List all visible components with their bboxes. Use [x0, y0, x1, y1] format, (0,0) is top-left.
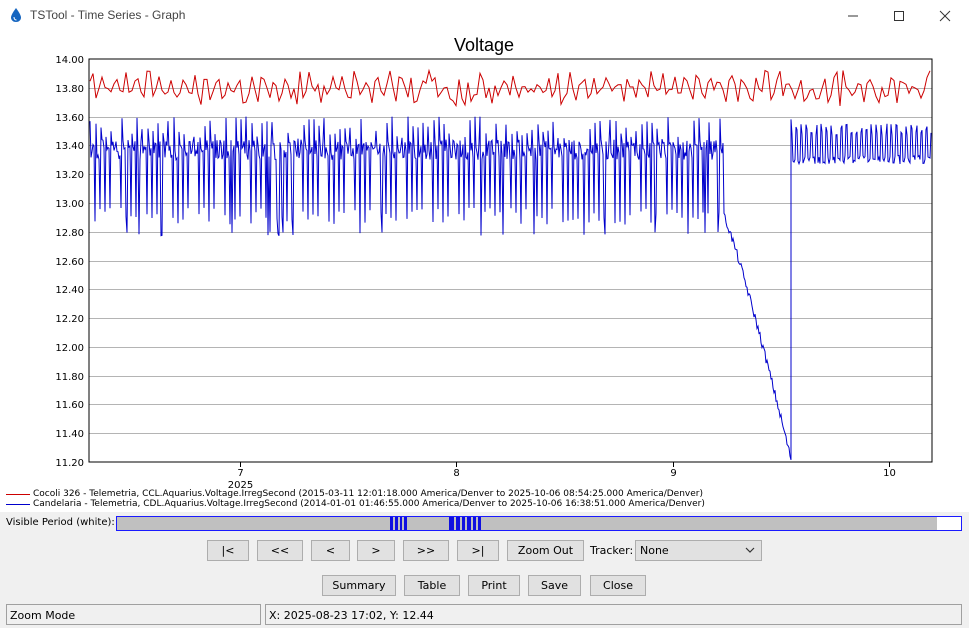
tracker-label: Tracker: [590, 544, 634, 557]
minimize-icon [848, 15, 858, 17]
plot-frame [88, 58, 933, 463]
y-tick-label: 12.60 [55, 257, 84, 268]
status-mode-text: Zoom Mode [10, 609, 76, 622]
tracker-value: None [640, 544, 669, 557]
data-marker [462, 517, 465, 530]
status-coords-text: X: 2025-08-23 17:02, Y: 12.44 [269, 609, 434, 622]
minimize-button[interactable] [830, 0, 876, 31]
y-tick-label: 13.00 [55, 199, 84, 210]
legend: Cocoli 326 - Telemetria, CCL.Aquarius.Vo… [4, 489, 964, 509]
table-button[interactable]: Table [404, 575, 460, 596]
chart-area[interactable]: Voltage 14.00 13.80 13.60 13.40 13.20 13.00 12… [0, 31, 969, 512]
x-tick-label: 9 [670, 468, 676, 479]
y-tick-label: 11.60 [55, 400, 84, 411]
y-tick-label: 12.00 [55, 343, 84, 354]
legend-entry-candelaria: Candelaria - Telemetria, CDL.Aquarius.Vo… [4, 499, 964, 509]
maximize-icon [894, 11, 904, 21]
data-marker [404, 517, 407, 530]
legend-label: Cocoli 326 - Telemetria, CCL.Aquarius.Vo… [33, 489, 703, 499]
close-icon [939, 10, 951, 22]
page-forward-button[interactable]: >> [403, 540, 449, 561]
chart-title: Voltage [454, 35, 514, 55]
back-button[interactable]: < [311, 540, 350, 561]
legend-entry-cocoli: Cocoli 326 - Telemetria, CCL.Aquarius.Vo… [4, 489, 964, 499]
y-tick-label: 13.60 [55, 113, 84, 124]
y-tick-label: 14.00 [55, 55, 84, 66]
first-period-button[interactable]: |< [207, 540, 249, 561]
series-layer [89, 68, 932, 461]
data-marker [390, 517, 393, 530]
y-axis-ticks: 14.00 13.80 13.60 13.40 13.20 13.00 12.80 12.60… [55, 55, 84, 469]
close-window-button[interactable] [922, 0, 968, 31]
close-button[interactable]: Close [590, 575, 646, 596]
data-marker [400, 517, 402, 530]
tracker-dropdown[interactable]: None [635, 540, 762, 561]
visible-period-bar[interactable] [116, 516, 962, 531]
window-title: TSTool - Time Series - Graph [30, 8, 186, 22]
y-tick-label: 11.80 [55, 372, 84, 383]
status-mode-field: Zoom Mode [6, 604, 261, 625]
data-marker [467, 517, 471, 530]
y-tick-label: 11.40 [55, 429, 84, 440]
summary-button[interactable]: Summary [322, 575, 396, 596]
legend-label: Candelaria - Telemetria, CDL.Aquarius.Vo… [33, 499, 705, 509]
data-marker [478, 517, 481, 530]
last-period-button[interactable]: >| [457, 540, 499, 561]
series-line-candelaria [89, 116, 932, 461]
page-back-button[interactable]: << [257, 540, 303, 561]
data-marker [456, 517, 460, 530]
zoom-out-button[interactable]: Zoom Out [507, 540, 584, 561]
y-tick-label: 11.20 [55, 458, 84, 469]
y-tick-label: 13.40 [55, 141, 84, 152]
print-button[interactable]: Print [468, 575, 520, 596]
x-axis-ticks: 7 8 9 102025 [228, 462, 896, 491]
x-tick-label: 8 [453, 468, 459, 479]
legend-swatch-blue [6, 504, 30, 505]
y-tick-label: 13.20 [55, 170, 84, 181]
title-bar: TSTool - Time Series - Graph [0, 0, 969, 31]
chevron-down-icon [745, 547, 755, 553]
visible-window [937, 517, 961, 530]
water-drop-icon [11, 8, 21, 22]
data-marker [473, 517, 476, 530]
x-tick-label: 7 [237, 468, 243, 479]
save-button[interactable]: Save [528, 575, 581, 596]
x-tick-label: 10 [883, 468, 896, 479]
y-tick-label: 12.20 [55, 314, 84, 325]
data-marker [449, 517, 454, 530]
visible-period-label: Visible Period (white): [6, 517, 115, 528]
maximize-button[interactable] [876, 0, 922, 31]
y-tick-label: 12.40 [55, 285, 84, 296]
legend-swatch-red [6, 494, 30, 495]
status-coords-field: X: 2025-08-23 17:02, Y: 12.44 [265, 604, 962, 625]
y-tick-label: 12.80 [55, 228, 84, 239]
y-tick-label: 13.80 [55, 84, 84, 95]
voltage-chart[interactable]: Voltage 14.00 13.80 13.60 13.40 13.20 13.00 12… [0, 31, 969, 512]
forward-button[interactable]: > [357, 540, 395, 561]
data-marker [395, 517, 398, 530]
